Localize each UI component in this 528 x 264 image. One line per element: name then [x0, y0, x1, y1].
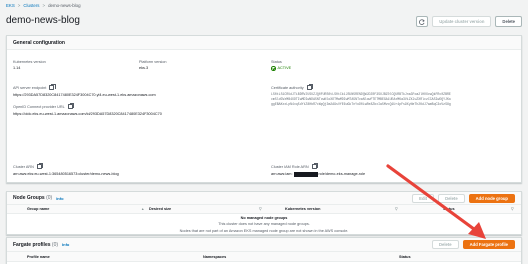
breadcrumb-separator: > — [42, 3, 46, 8]
page-title: demo-news-blog — [6, 15, 80, 26]
iam-role-prefix: arn:aws:iam: — [271, 172, 293, 177]
column-group-name[interactable]: Group name — [27, 207, 49, 211]
update-cluster-version-button[interactable]: Update cluster version — [432, 16, 492, 27]
general-configuration-title: General configuration — [13, 39, 65, 46]
breadcrumb-current: demo-news-blog — [48, 3, 81, 8]
certificate-authority-label: Certificate authority — [271, 84, 314, 90]
fargate-profiles-panel: Fargate profiles (0) Info Delete Add Far… — [6, 237, 522, 264]
breadcrumb-clusters[interactable]: Clusters — [23, 3, 39, 8]
header-actions: Update cluster version Delete — [416, 16, 522, 27]
fargate-table-header: Profile name Namespaces Status — [7, 252, 521, 262]
empty-note: Nodes that are not part of an Amazon EKS… — [179, 229, 349, 233]
breadcrumb: EKS > Clusters > demo-news-blog — [6, 3, 81, 8]
kubernetes-version-value: 1.14 — [13, 66, 21, 70]
platform-version-value: eks.3 — [139, 66, 149, 70]
kubernetes-version-label: Kubernetes version — [13, 60, 46, 64]
status-text: ACTIVE — [277, 66, 292, 71]
sort-ascending-icon[interactable]: ▲ — [141, 207, 144, 211]
node-groups-header: Node Groups (0) Info Edit Delete Add nod… — [7, 192, 521, 205]
api-endpoint-label: API server endpoint — [13, 84, 56, 90]
oidc-provider-value: https://oidc.eks.eu-west-1.amazonaws.com… — [13, 112, 162, 116]
breadcrumb-separator: > — [17, 3, 21, 8]
redaction-block — [293, 172, 318, 177]
add-node-group-button[interactable]: Add node group — [468, 193, 515, 203]
general-configuration-panel: General configuration Kubernetes version… — [6, 35, 522, 183]
cluster-arn-label: Cluster ARN — [13, 163, 44, 169]
certificate-authority-label-text: Certificate authority — [271, 85, 304, 90]
refresh-button[interactable] — [416, 16, 429, 27]
node-groups-panel: Node Groups (0) Info Edit Delete Add nod… — [6, 191, 522, 235]
column-namespaces[interactable]: Namespaces — [203, 255, 226, 259]
refresh-icon — [419, 18, 426, 25]
delete-fargate-profile-button[interactable]: Delete — [432, 240, 459, 249]
empty-subtitle: This cluster does not have any managed n… — [218, 222, 310, 226]
breadcrumb-eks[interactable]: EKS — [6, 3, 15, 8]
fargate-actions: Delete Add Fargate profile — [432, 240, 515, 249]
empty-title: No managed node groups — [240, 216, 288, 220]
column-profile-name[interactable]: Profile name — [27, 255, 50, 259]
node-groups-info-link[interactable]: Info — [56, 196, 63, 201]
node-groups-title: Node Groups (0) — [13, 195, 52, 201]
oidc-provider-label-text: OpenID Connect provider URL — [13, 104, 65, 109]
fargate-info-link[interactable]: Info — [62, 242, 69, 247]
cluster-arn-label-text: Cluster ARN — [13, 164, 34, 169]
column-fargate-status[interactable]: Status — [399, 255, 411, 259]
iam-role-suffix: role/demo-eks-manage-role — [318, 172, 366, 177]
general-configuration-header: General configuration — [7, 36, 521, 50]
fargate-profiles-header: Fargate profiles (0) Info Delete Add Far… — [7, 238, 521, 252]
status-label: Status — [271, 60, 282, 64]
platform-version-label: Platform version — [139, 60, 167, 64]
node-groups-count: (0) — [46, 195, 53, 201]
copy-icon[interactable] — [36, 163, 44, 169]
edit-node-group-button[interactable]: Edit — [412, 193, 435, 203]
fargate-profiles-count: (0) — [51, 241, 59, 248]
cluster-iam-role-label-text: Cluster IAM Role ARN — [271, 164, 309, 169]
delete-cluster-button[interactable]: Delete — [495, 16, 522, 27]
sort-icon[interactable]: ▽ — [395, 207, 398, 211]
check-circle-icon — [271, 66, 276, 71]
oidc-provider-label: OpenID Connect provider URL — [13, 103, 75, 109]
cluster-arn-value: arn:aws:eks:eu-west-1:365480516573:clust… — [13, 172, 119, 176]
fargate-profiles-title-text: Fargate profiles — [13, 241, 51, 248]
status-value: ACTIVE — [271, 66, 291, 71]
sort-icon[interactable]: ▽ — [259, 207, 262, 211]
node-groups-actions: Edit Delete Add node group — [412, 193, 515, 203]
node-groups-table-header: Group name ▲ Desired size ▽ Kubernetes v… — [7, 205, 521, 214]
api-endpoint-label-text: API server endpoint — [13, 85, 47, 90]
column-kubernetes-version[interactable]: Kubernetes version — [285, 207, 320, 211]
fargate-profiles-title: Fargate profiles (0) — [13, 242, 58, 248]
certificate-authority-value: LS0tLS1CRUdJTiBDRVJUSUZJQ0FURS0tLS0tCk1J… — [271, 92, 451, 107]
cluster-iam-role-label: Cluster IAM Role ARN — [271, 163, 319, 169]
copy-icon[interactable] — [306, 84, 314, 90]
cluster-iam-role-value: arn:aws:iam: role/demo-eks-manage-role — [271, 172, 365, 177]
add-fargate-profile-button[interactable]: Add Fargate profile — [462, 240, 515, 249]
sort-icon[interactable]: ▽ — [511, 207, 514, 211]
api-endpoint-value: https://293DA57D8320C8417480E324F3004C70… — [13, 93, 156, 97]
node-groups-title-text: Node Groups — [13, 195, 45, 201]
certificate-line: ggEBAKxxLpN4xq5dYtZ8HbR7cWpQj3m2A9sVfE6u… — [271, 102, 451, 106]
column-desired-size[interactable]: Desired size — [149, 207, 171, 211]
copy-icon[interactable] — [311, 163, 319, 169]
copy-icon[interactable] — [49, 84, 56, 90]
copy-icon[interactable] — [67, 103, 75, 109]
delete-node-group-button[interactable]: Delete — [438, 193, 465, 203]
column-status[interactable]: Status — [443, 207, 455, 211]
